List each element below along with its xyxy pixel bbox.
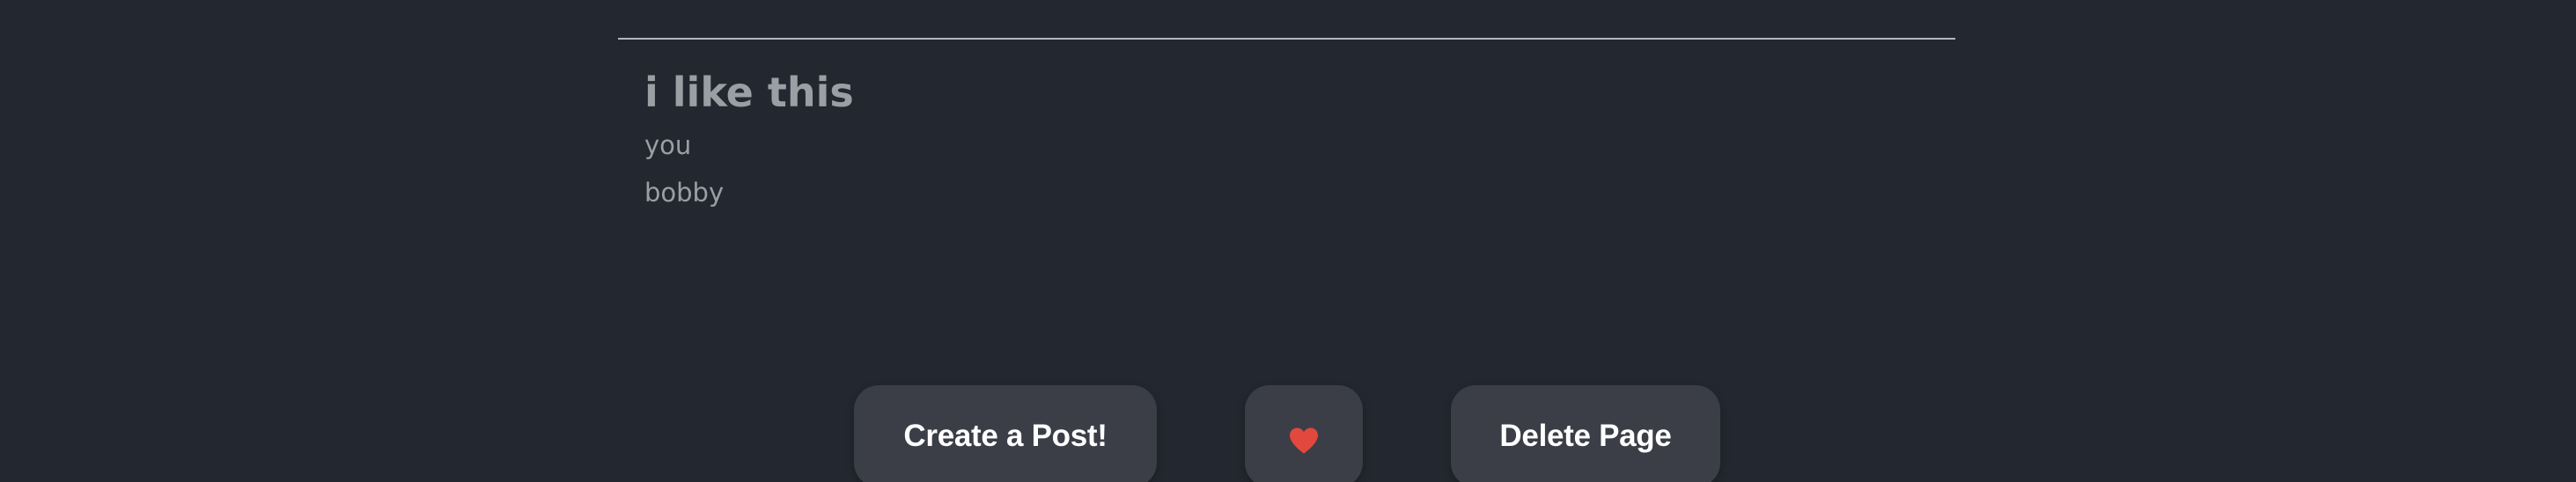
top-divider — [618, 38, 1955, 40]
action-bar: Create a Post! Delete Page — [0, 385, 2576, 482]
create-post-button[interactable]: Create a Post! — [854, 385, 1157, 482]
post-card: i like this you bobby — [644, 63, 1930, 216]
delete-page-button[interactable]: Delete Page — [1451, 385, 1720, 482]
heart-icon — [1290, 427, 1318, 454]
page: i like this you bobby Create a Post! Del… — [0, 0, 2576, 482]
post-line-1: you — [644, 130, 692, 160]
post-title: i like this — [644, 69, 854, 116]
like-button[interactable] — [1245, 385, 1363, 482]
post-line-2: bobby — [644, 178, 725, 208]
